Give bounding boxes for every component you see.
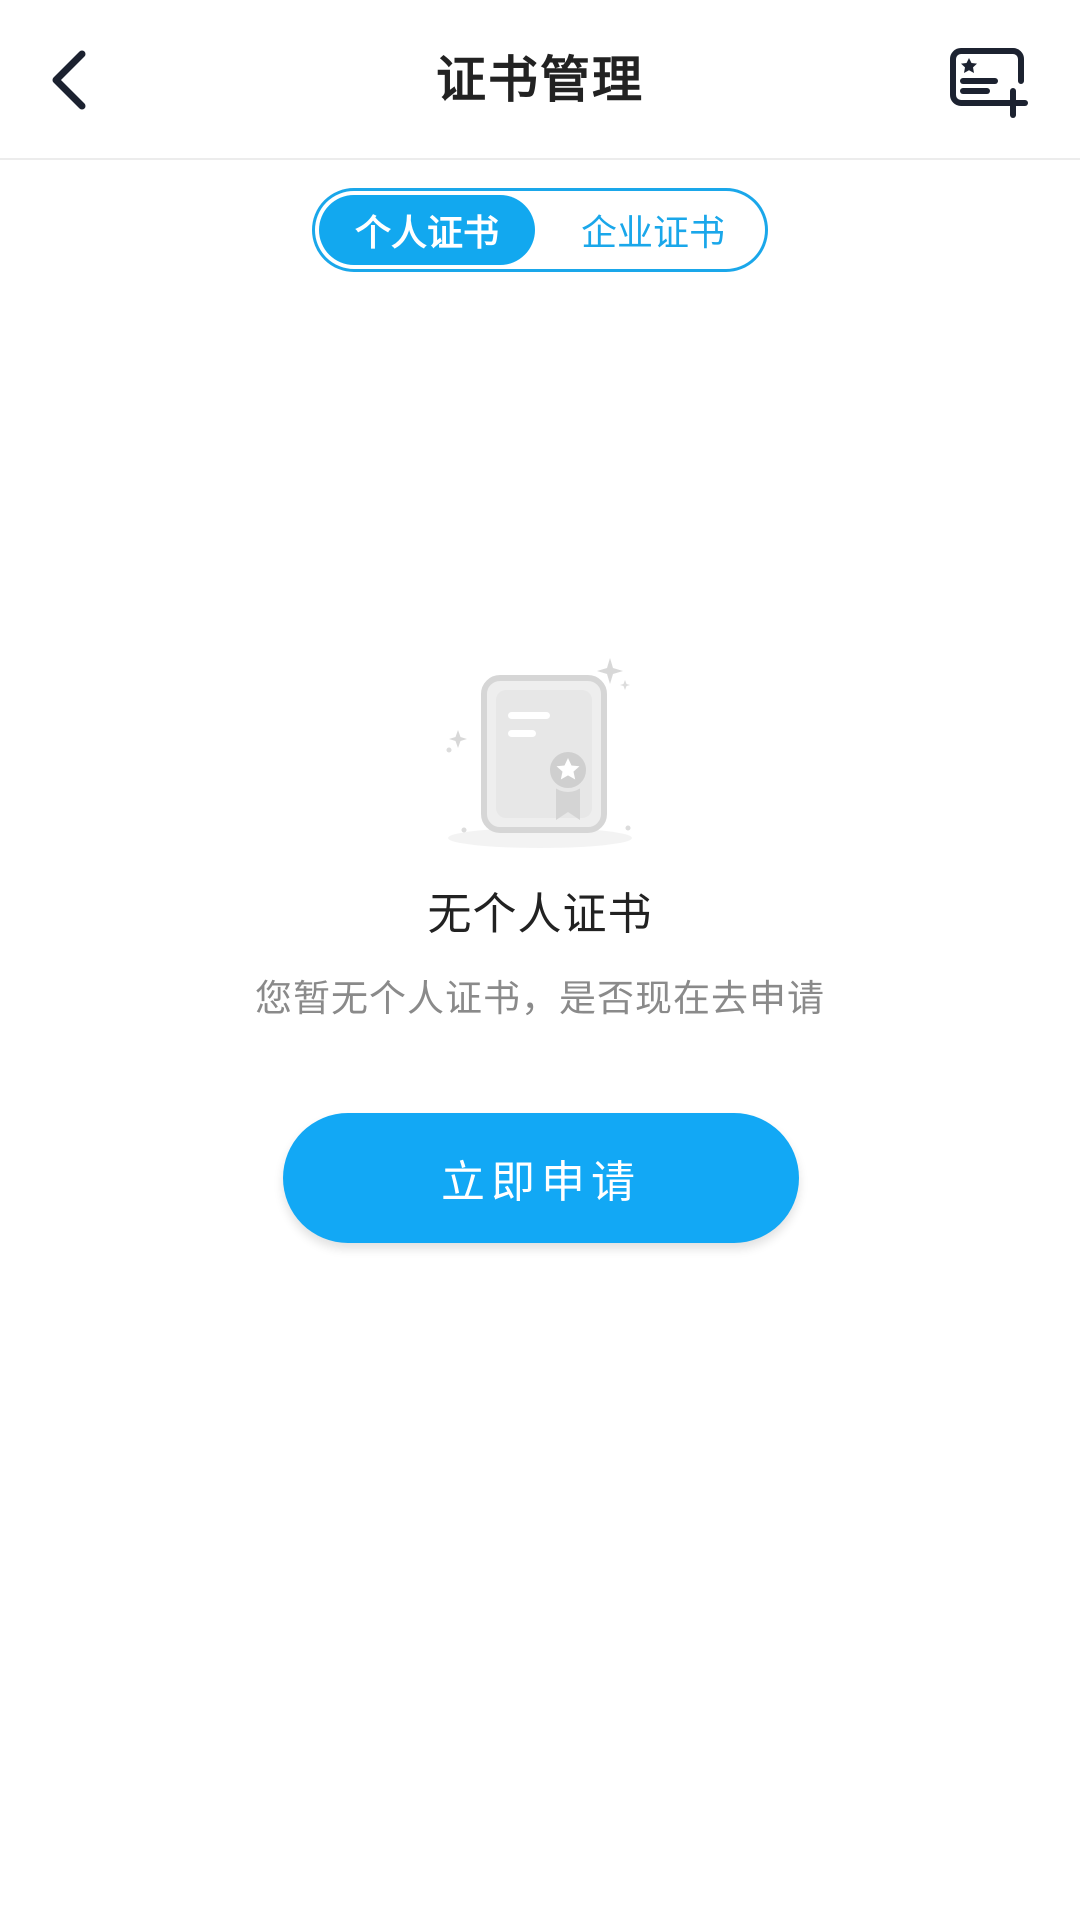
apply-now-button[interactable]: 立即申请 — [283, 1113, 799, 1243]
tab-enterprise-certificate[interactable]: 企业证书 — [545, 195, 761, 265]
add-certificate-icon — [950, 48, 1028, 118]
add-certificate-button[interactable] — [942, 42, 1042, 122]
tab-personal-certificate[interactable]: 个人证书 — [319, 195, 535, 265]
page-title: 证书管理 — [436, 51, 644, 109]
empty-state-title: 无个人证书 — [427, 889, 653, 940]
certificate-icon — [446, 658, 632, 848]
certificate-type-switch: 个人证书 企业证书 — [312, 188, 768, 272]
certificate-management-screen: 证书管理 个人证书 企业证书 无个人证书 您暂无个人证书，是否现在去申请 立即申… — [0, 0, 1080, 1920]
top-bar: 证书管理 — [0, 0, 1080, 160]
empty-state-description: 您暂无个人证书，是否现在去申请 — [255, 977, 825, 1020]
